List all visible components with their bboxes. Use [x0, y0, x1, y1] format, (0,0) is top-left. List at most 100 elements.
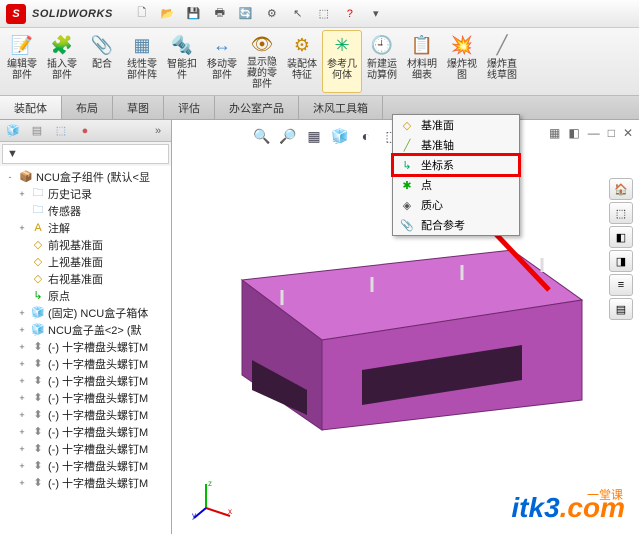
ribbon-linear-pattern-button[interactable]: ▦线性零 部件阵 — [122, 30, 162, 93]
chevron-right-icon[interactable]: » — [149, 122, 167, 140]
tree-item[interactable]: +⬍(-) 十字槽盘头螺钉M — [0, 406, 171, 423]
exploded-icon: 💥 — [450, 33, 474, 57]
expand-icon[interactable]: + — [16, 478, 28, 488]
expand-icon[interactable]: + — [16, 376, 28, 386]
doc-context-icon2[interactable]: ◧ — [568, 126, 579, 140]
tab-0[interactable]: 装配体 — [0, 96, 62, 119]
save-icon[interactable]: 💾 — [185, 5, 203, 23]
tab-5[interactable]: 沐风工具箱 — [299, 96, 383, 119]
tree-item[interactable]: ◇上视基准面 — [0, 253, 171, 270]
menu-item[interactable]: ✱点 — [393, 175, 519, 195]
tab-1[interactable]: 布局 — [62, 96, 113, 119]
tree-item[interactable]: ↳原点 — [0, 287, 171, 304]
expand-icon[interactable]: - — [4, 172, 16, 182]
tree-item-label: (-) 十字槽盘头螺钉M — [48, 424, 148, 440]
open-icon[interactable]: 📂 — [159, 5, 177, 23]
expand-icon[interactable]: + — [16, 427, 28, 437]
ribbon-smart-fastener-button[interactable]: 🔩智能扣 件 — [162, 30, 202, 93]
ribbon-label: 线性零 部件阵 — [127, 59, 157, 81]
pointer-icon[interactable]: ↖ — [289, 5, 307, 23]
tree-item-label: 上视基准面 — [48, 254, 103, 270]
doc-close-icon[interactable]: ✕ — [623, 126, 633, 140]
menu-item-label: 基准面 — [421, 117, 454, 133]
tree-item[interactable]: +⬍(-) 十字槽盘头螺钉M — [0, 457, 171, 474]
ribbon-label: 编辑零 部件 — [7, 59, 37, 81]
ribbon-assembly-feature-button[interactable]: ⚙装配体 特征 — [282, 30, 322, 93]
assembly-tab-icon[interactable]: 🧊 — [4, 122, 22, 140]
tree-item-icon: 🗀 — [31, 204, 45, 218]
tree-item[interactable]: +🧊(固定) NCU盒子箱体 — [0, 304, 171, 321]
ribbon-exploded-button[interactable]: 💥爆炸视 图 — [442, 30, 482, 93]
ribbon-edit-part-button[interactable]: 📝编辑零 部件 — [2, 30, 42, 93]
tree-item[interactable]: +⬍(-) 十字槽盘头螺钉M — [0, 440, 171, 457]
tree-item[interactable]: -📦NCU盒子组件 (默认<显 — [0, 168, 171, 185]
expand-icon[interactable]: + — [16, 461, 28, 471]
menu-item[interactable]: ╱基准轴 — [393, 135, 519, 155]
ribbon-mate-button[interactable]: 📎配合 — [82, 30, 122, 93]
ribbon-insert-part-button[interactable]: 🧩插入零 部件 — [42, 30, 82, 93]
expand-icon[interactable]: + — [16, 308, 28, 318]
tree-item[interactable]: +A注解 — [0, 219, 171, 236]
menu-item[interactable]: 📎配合参考 — [393, 215, 519, 235]
taskpane-btn-1[interactable]: ⬚ — [609, 202, 633, 224]
display-tab-icon[interactable]: ⬚ — [52, 122, 70, 140]
doc-minimize-icon[interactable]: — — [588, 126, 600, 140]
expand-icon[interactable]: + — [16, 342, 28, 352]
tree-item[interactable]: ◇前视基准面 — [0, 236, 171, 253]
ribbon-ref-geom-button[interactable]: ✳参考几 何体 — [322, 30, 362, 93]
taskpane-btn-0[interactable]: 🏠 — [609, 178, 633, 200]
orientation-triad[interactable]: z x y — [192, 478, 234, 520]
ribbon-move-part-button[interactable]: ↔移动零 部件 — [202, 30, 242, 93]
ribbon-label: 新建运 动算例 — [367, 59, 397, 81]
tree-item[interactable]: +⬍(-) 十字槽盘头螺钉M — [0, 423, 171, 440]
tree-item[interactable]: +⬍(-) 十字槽盘头螺钉M — [0, 389, 171, 406]
view-tool-2[interactable]: ▦ — [304, 126, 324, 146]
tree-item-label: (-) 十字槽盘头螺钉M — [48, 475, 148, 491]
print-icon[interactable]: 🖶 — [211, 5, 229, 23]
view-tool-0[interactable]: 🔍 — [252, 126, 272, 146]
view-tool-1[interactable]: 🔎 — [278, 126, 298, 146]
tree-item-label: 右视基准面 — [48, 271, 103, 287]
tree-item[interactable]: 🗀传感器 — [0, 202, 171, 219]
menu-item[interactable]: ◇基准面 — [393, 115, 519, 135]
config-tab-icon[interactable]: ▤ — [28, 122, 46, 140]
view-tool-4[interactable]: ◐ — [356, 126, 376, 146]
expand-icon[interactable]: + — [16, 189, 28, 199]
tree-item[interactable]: +⬍(-) 十字槽盘头螺钉M — [0, 474, 171, 491]
tree-item-icon: 🗀 — [31, 187, 45, 201]
select-icon[interactable]: ⬚ — [315, 5, 333, 23]
expand-icon[interactable]: + — [16, 325, 28, 335]
ribbon-show-hidden-button[interactable]: 👁显示隐 藏的零 部件 — [242, 30, 282, 93]
ribbon-explode-line-button[interactable]: ╱爆炸直 线草图 — [482, 30, 522, 93]
expand-icon[interactable]: + — [16, 223, 28, 233]
tree-item[interactable]: +⬍(-) 十字槽盘头螺钉M — [0, 338, 171, 355]
ribbon-new-motion-button[interactable]: 🕘新建运 动算例 — [362, 30, 402, 93]
tab-3[interactable]: 评估 — [164, 96, 215, 119]
tree-item[interactable]: ◇右视基准面 — [0, 270, 171, 287]
menu-item[interactable]: ◈质心 — [393, 195, 519, 215]
tab-2[interactable]: 草图 — [113, 96, 164, 119]
ribbon-bom-button[interactable]: 📋材料明 细表 — [402, 30, 442, 93]
tree-item[interactable]: +⬍(-) 十字槽盘头螺钉M — [0, 355, 171, 372]
tree-filter[interactable]: ▼ — [2, 144, 169, 164]
view-tool-3[interactable]: 🧊 — [330, 126, 350, 146]
expand-icon[interactable]: + — [16, 359, 28, 369]
menu-item[interactable]: ↳坐标系 — [393, 155, 519, 175]
expand-icon[interactable]: + — [16, 444, 28, 454]
dropdown-arrow-icon[interactable]: ▾ — [367, 5, 385, 23]
new-icon[interactable]: 🗋 — [133, 5, 151, 23]
tree-item-icon: ⬍ — [31, 442, 45, 456]
expand-icon[interactable]: + — [16, 393, 28, 403]
appearance-tab-icon[interactable]: ● — [76, 122, 94, 140]
expand-icon[interactable]: + — [16, 410, 28, 420]
tab-4[interactable]: 办公室产品 — [215, 96, 299, 119]
doc-maximize-icon[interactable]: □ — [608, 126, 615, 140]
options-icon[interactable]: ⚙ — [263, 5, 281, 23]
refresh-icon[interactable]: 🔄 — [237, 5, 255, 23]
tree-item[interactable]: +⬍(-) 十字槽盘头螺钉M — [0, 372, 171, 389]
question-icon[interactable]: ? — [341, 5, 359, 23]
doc-context-icon[interactable]: ▦ — [549, 126, 560, 140]
tree-item-label: (-) 十字槽盘头螺钉M — [48, 339, 148, 355]
tree-item[interactable]: +🧊NCU盒子盖<2> (默 — [0, 321, 171, 338]
tree-item[interactable]: +🗀历史记录 — [0, 185, 171, 202]
